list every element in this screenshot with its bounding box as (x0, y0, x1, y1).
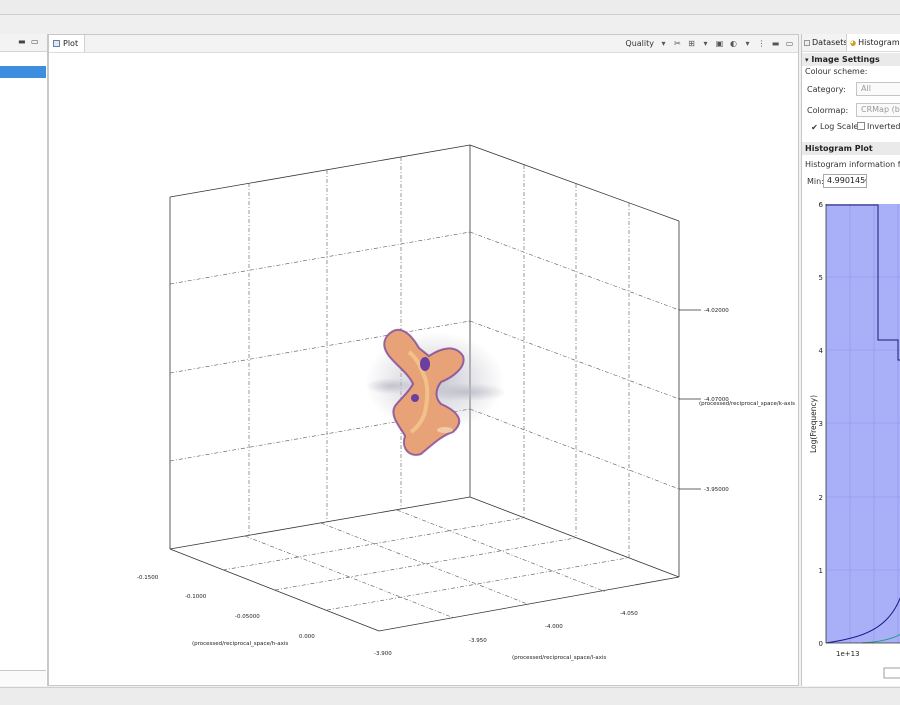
histogram-info-text: Histogram information for ac (805, 160, 900, 169)
hist-y-tick: 5 (819, 274, 823, 282)
y-tick-label: -3.950 (469, 638, 487, 644)
histogram-plot-header: Histogram Plot (802, 142, 900, 155)
isosurface-render (365, 328, 507, 456)
histogram-fill (826, 204, 900, 643)
reset-button[interactable] (883, 667, 900, 679)
min-field[interactable]: 4.990145€ (823, 174, 867, 188)
hist-x-exponent: 1e+13 (836, 650, 860, 658)
image-settings-header[interactable]: ▾ Image Settings (802, 53, 900, 66)
checkmark-icon: ✔ (811, 123, 818, 133)
checkbox-icon (857, 122, 865, 130)
maximize-icon[interactable]: ▭ (31, 37, 39, 46)
left-view-header: ▬ ▭ (0, 34, 47, 52)
hist-y-tick: 1 (819, 567, 823, 575)
min-label: Min: (807, 177, 824, 186)
y-axis-label: (processed/reciprocal_space/l-axis (512, 655, 606, 661)
log-scale-label: Log Scale (820, 122, 859, 131)
axes-icon[interactable]: ⊞ (687, 39, 696, 48)
inverted-label: Inverted (867, 122, 900, 131)
z-tick-label: -3.95000 (704, 487, 729, 493)
right-tab-row: Datasets ◕ Histogram × (802, 34, 900, 52)
tab-plot[interactable]: Plot (49, 35, 86, 52)
colour-scheme-label: Colour scheme: (805, 67, 868, 76)
left-view-scrollbar[interactable] (0, 670, 46, 685)
palette-dropdown-icon[interactable]: ▾ (743, 39, 752, 48)
status-bar (0, 687, 900, 705)
x-tick-label: -0.1000 (185, 594, 207, 600)
histogram-tab-label: Histogram (858, 38, 900, 47)
axis-frame-bottom-front (169, 548, 380, 632)
y-tick-label: -4.050 (620, 611, 638, 617)
tools-icon[interactable]: ✂ (673, 39, 682, 48)
hist-y-tick: 0 (819, 640, 823, 648)
axis-frame-bottom-back (169, 496, 471, 550)
axis-frame-top-right (469, 144, 680, 222)
histogram-chart[interactable]: 6 5 4 3 2 1 0 Log(Frequency) 1e+13 (802, 194, 900, 686)
colormap-select[interactable]: CRMap (blac (856, 103, 900, 117)
y-tick-label: -4.000 (545, 624, 563, 630)
histogram-view: Datasets ◕ Histogram × ▾ Image Settings … (801, 34, 900, 686)
category-label: Category: (807, 85, 846, 94)
z-tick-label: -4.02000 (704, 308, 729, 314)
palette-icon[interactable]: ◐ (729, 39, 738, 48)
axes-dropdown-icon[interactable]: ▾ (701, 39, 710, 48)
hist-y-tick: 6 (819, 201, 824, 209)
plot-tab-row: Plot Quality ▾ ✂ ⊞ ▾ ▣ ◐ ▾ ⋮ ▬ ▭ (49, 35, 798, 53)
axis-frame-bottom-side (469, 496, 680, 578)
inverted-checkbox[interactable]: Inverted (857, 122, 900, 131)
view-menu-icon[interactable]: ⋮ (757, 39, 766, 48)
hist-y-tick: 2 (819, 494, 823, 502)
export-icon[interactable]: ▣ (715, 39, 724, 48)
plot-tab-icon (53, 40, 60, 47)
plot-toolbar: Quality ▾ ✂ ⊞ ▾ ▣ ◐ ▾ ⋮ ▬ ▭ (625, 35, 794, 52)
tab-datasets[interactable]: Datasets (804, 34, 848, 51)
datasets-tab-label: Datasets (812, 38, 848, 47)
left-view: ▬ ▭ (0, 34, 48, 686)
hist-y-tick: 3 (819, 420, 823, 428)
category-select[interactable]: All (856, 82, 900, 96)
maximize-icon[interactable]: ▭ (785, 39, 794, 48)
image-settings-title: Image Settings (811, 55, 880, 64)
datasets-icon (804, 39, 810, 46)
z-axis-label: (processed/reciprocal_space/k-axis (699, 401, 795, 407)
x-tick-label: 0.000 (299, 634, 315, 640)
hist-y-tick: 4 (819, 347, 824, 355)
perspective-bar (0, 15, 900, 34)
plot-view: Plot Quality ▾ ✂ ⊞ ▾ ▣ ◐ ▾ ⋮ ▬ ▭ -4.0200… (48, 34, 799, 686)
x-tick-label: -0.05000 (235, 614, 260, 620)
tab-histogram[interactable]: ◕ Histogram × (846, 34, 900, 51)
colormap-label: Colormap: (807, 106, 849, 115)
title-bar (0, 0, 900, 15)
axis-frame-bottom-right (378, 576, 680, 632)
histogram-icon: ◕ (850, 38, 857, 47)
hist-y-axis-label: Log(Frequency) (809, 395, 818, 453)
x-axis-label: (processed/reciprocal_space/h-axis (192, 641, 288, 647)
x-tick-label: -0.1500 (137, 575, 159, 581)
log-scale-checkbox[interactable]: ✔ Log Scale (811, 122, 858, 133)
volume-plot-canvas[interactable]: -4.02000 -4.07000 (processed/reciprocal_… (49, 52, 798, 685)
axis-frame-top (169, 144, 471, 198)
quality-dropdown-icon[interactable]: ▾ (659, 39, 668, 48)
collapse-icon[interactable]: ▾ (802, 56, 809, 64)
y-tick-label: -3.900 (374, 651, 392, 657)
minimize-icon[interactable]: ▬ (18, 37, 26, 46)
quality-button[interactable]: Quality (625, 39, 654, 48)
selected-tree-item[interactable] (0, 66, 46, 78)
plot-tab-label: Plot (63, 39, 79, 48)
minimize-icon[interactable]: ▬ (771, 39, 780, 48)
